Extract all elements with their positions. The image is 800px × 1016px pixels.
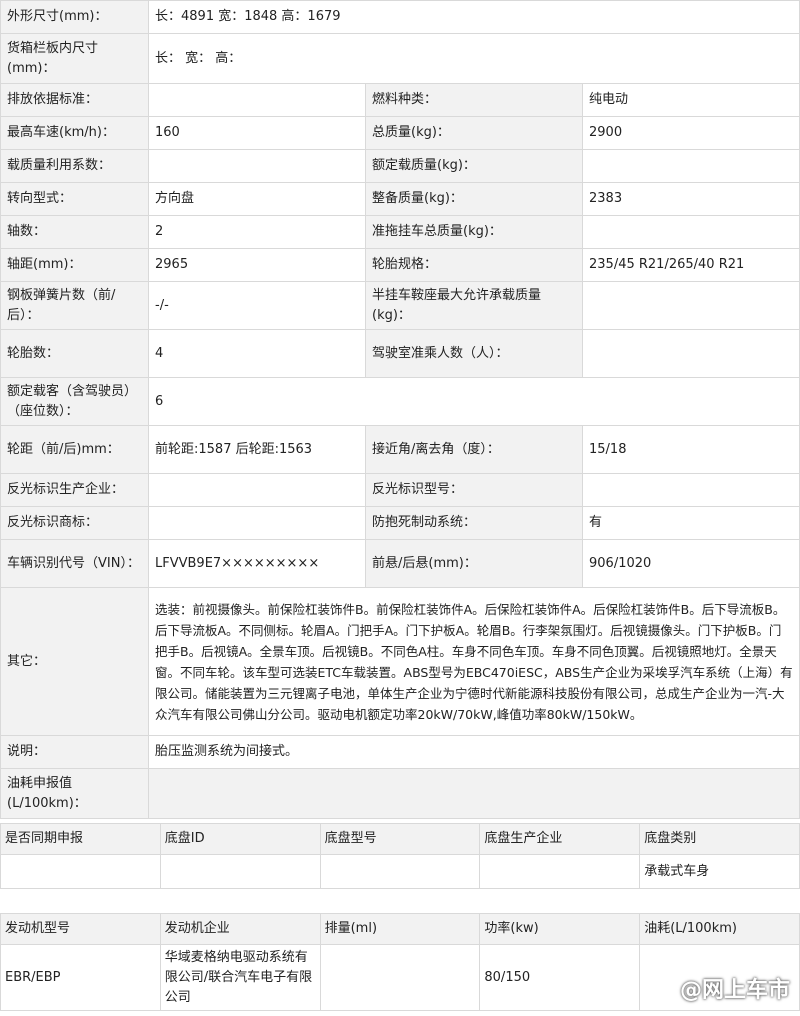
seats-label: 额定载客（含驾驶员）（座位数）： <box>0 377 149 426</box>
cabseats-label: 驾驶室准乘人数（人）： <box>365 329 583 378</box>
abs-label: 防抱死制动系统： <box>365 506 583 540</box>
dimensions-value: 长：4891 宽：1848 高：1679 <box>148 0 800 34</box>
engine-header: 排量(ml) <box>319 913 481 945</box>
spring-label: 钢板弹簧片数（前/后）： <box>0 281 149 330</box>
engine-cell: EBR/EBP <box>0 944 161 1011</box>
tirecount-value: 4 <box>148 329 366 378</box>
gross-label: 总质量(kg)： <box>365 116 583 150</box>
loadcoef-value <box>148 149 366 183</box>
consumption-value <box>148 768 800 819</box>
watermark-logo: @网上车市 <box>679 978 790 1003</box>
note-value: 胎压监测系统为间接式。 <box>148 735 800 769</box>
reflector-model-value <box>582 473 800 507</box>
gross-value: 2900 <box>582 116 800 150</box>
saddle-label: 半挂车鞍座最大允许承载质量(kg)： <box>365 281 583 330</box>
chassis-header: 是否同期申报 <box>0 823 161 855</box>
chassis-header: 底盘ID <box>159 823 321 855</box>
chassis-cell <box>319 854 481 889</box>
curb-label: 整备质量(kg)： <box>365 182 583 216</box>
seats-value: 6 <box>148 377 800 426</box>
maxspeed-label: 最高车速(km/h)： <box>0 116 149 150</box>
reflector-maker-value <box>148 473 366 507</box>
reflector-brand-value <box>148 506 366 540</box>
spec-table: 外形尺寸(mm)： 长：4891 宽：1848 高：1679 货箱栏板内尺寸(m… <box>0 0 800 819</box>
fuel-value: 纯电动 <box>582 83 800 117</box>
steering-label: 转向型式： <box>0 182 149 216</box>
chassis-header: 底盘型号 <box>319 823 481 855</box>
chassis-cell: 承载式车身 <box>639 854 800 889</box>
spring-value: -/- <box>148 281 366 330</box>
engine-header: 功率(kw) <box>479 913 641 945</box>
engine-cell: 华域麦格纳电驱动系统有限公司/联合汽车电子有限公司 <box>159 944 321 1011</box>
consumption-label: 油耗申报值(L/100km)： <box>0 768 149 819</box>
track-label: 轮距（前/后)mm： <box>0 425 149 474</box>
maxspeed-value: 160 <box>148 116 366 150</box>
chassis-header: 底盘类别 <box>639 823 800 855</box>
tire-label: 轮胎规格： <box>365 248 583 282</box>
reflector-model-label: 反光标识型号： <box>365 473 583 507</box>
steering-value: 方向盘 <box>148 182 366 216</box>
chassis-table: 是否同期申报 底盘ID 底盘型号 底盘生产企业 底盘类别 承载式车身 <box>0 823 800 889</box>
engine-cell: 80/150 <box>479 944 641 1011</box>
wheelbase-value: 2965 <box>148 248 366 282</box>
engine-header: 发动机型号 <box>0 913 161 945</box>
engine-cell <box>319 944 481 1011</box>
track-value: 前轮距:1587 后轮距:1563 <box>148 425 366 474</box>
trailer-value <box>582 215 800 249</box>
emission-value <box>148 83 366 117</box>
engine-header: 油耗(L/100km) <box>639 913 800 945</box>
tirecount-label: 轮胎数： <box>0 329 149 378</box>
note-label: 说明： <box>0 735 149 769</box>
cargo-label: 货箱栏板内尺寸(mm)： <box>0 33 149 84</box>
emission-label: 排放依据标准： <box>0 83 149 117</box>
chassis-cell <box>479 854 641 889</box>
fuel-label: 燃料种类： <box>365 83 583 117</box>
angle-label: 接近角/离去角（度）： <box>365 425 583 474</box>
other-label: 其它： <box>0 587 149 736</box>
curb-value: 2383 <box>582 182 800 216</box>
overhang-value: 906/1020 <box>582 539 800 588</box>
dimensions-label: 外形尺寸(mm)： <box>0 0 149 34</box>
loadcoef-label: 载质量利用系数： <box>0 149 149 183</box>
ratedload-label: 额定载质量(kg)： <box>365 149 583 183</box>
reflector-brand-label: 反光标识商标： <box>0 506 149 540</box>
cargo-value: 长： 宽： 高： <box>148 33 800 84</box>
chassis-cell <box>0 854 161 889</box>
engine-header: 发动机企业 <box>159 913 321 945</box>
chassis-cell <box>159 854 321 889</box>
ratedload-value <box>582 149 800 183</box>
saddle-value <box>582 281 800 330</box>
axles-value: 2 <box>148 215 366 249</box>
chassis-header: 底盘生产企业 <box>479 823 641 855</box>
vin-label: 车辆识别代号（VIN）： <box>0 539 149 588</box>
reflector-maker-label: 反光标识生产企业： <box>0 473 149 507</box>
overhang-label: 前悬/后悬(mm)： <box>365 539 583 588</box>
other-value: 选装：前视摄像头。前保险杠装饰件B。前保险杠装饰件A。后保险杠装饰件A。后保险杠… <box>148 587 800 736</box>
vin-value: LFVVB9E7××××××××× <box>148 539 366 588</box>
angle-value: 15/18 <box>582 425 800 474</box>
abs-value: 有 <box>582 506 800 540</box>
trailer-label: 准拖挂车总质量(kg)： <box>365 215 583 249</box>
cabseats-value <box>582 329 800 378</box>
wheelbase-label: 轴距(mm)： <box>0 248 149 282</box>
tire-value: 235/45 R21/265/40 R21 <box>582 248 800 282</box>
axles-label: 轴数： <box>0 215 149 249</box>
